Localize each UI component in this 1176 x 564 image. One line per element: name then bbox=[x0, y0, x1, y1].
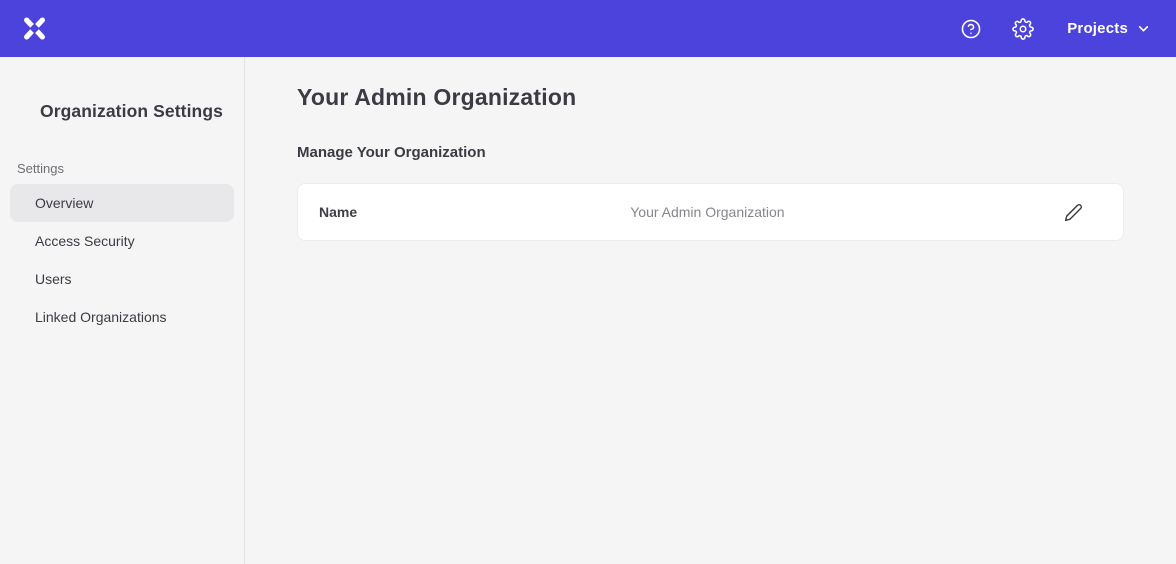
settings-button[interactable] bbox=[1011, 17, 1035, 41]
chevron-down-icon bbox=[1137, 22, 1150, 35]
sidebar-item-overview[interactable]: Overview bbox=[10, 184, 234, 222]
help-button[interactable] bbox=[959, 17, 983, 41]
sidebar-title: Organization Settings bbox=[0, 101, 244, 122]
section-title: Manage Your Organization bbox=[297, 144, 1176, 161]
app-logo[interactable] bbox=[18, 13, 50, 45]
name-field-value: Your Admin Organization bbox=[630, 204, 784, 220]
projects-dropdown-label: Projects bbox=[1067, 20, 1128, 37]
organization-name-card: Name Your Admin Organization bbox=[297, 183, 1124, 241]
name-field-label: Name bbox=[319, 204, 357, 220]
pencil-icon bbox=[1064, 203, 1083, 222]
sidebar-nav: Overview Access Security Users Linked Or… bbox=[0, 184, 244, 336]
sidebar-item-linked-organizations[interactable]: Linked Organizations bbox=[10, 298, 234, 336]
help-circle-icon bbox=[960, 18, 982, 40]
x-logo-icon bbox=[21, 15, 48, 42]
sidebar: Organization Settings Settings Overview … bbox=[0, 57, 245, 564]
sidebar-item-users[interactable]: Users bbox=[10, 260, 234, 298]
sidebar-section-label: Settings bbox=[0, 161, 244, 176]
page-title: Your Admin Organization bbox=[297, 84, 1176, 111]
gear-icon bbox=[1012, 18, 1034, 40]
topbar: Projects bbox=[0, 0, 1176, 57]
projects-dropdown[interactable]: Projects bbox=[1067, 20, 1150, 37]
edit-name-button[interactable] bbox=[1061, 200, 1085, 224]
main-content: Your Admin Organization Manage Your Orga… bbox=[245, 57, 1176, 564]
sidebar-item-access-security[interactable]: Access Security bbox=[10, 222, 234, 260]
